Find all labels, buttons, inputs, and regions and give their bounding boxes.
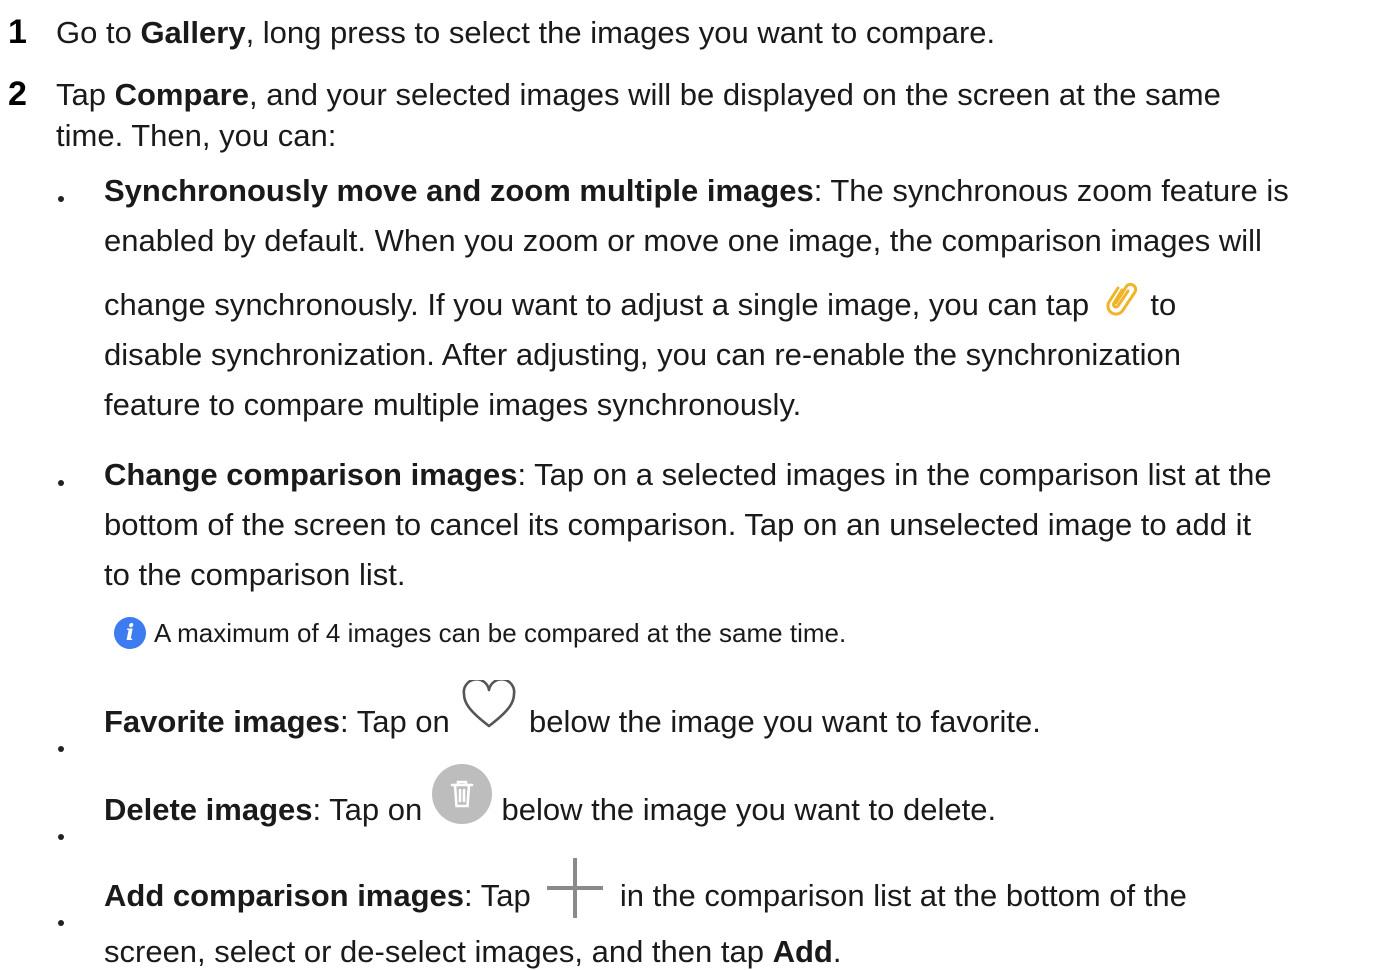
bullet-title: Change comparison images (104, 457, 518, 492)
bullet-text: Change comparison images: Tap on a selec… (104, 457, 1272, 592)
bullet-dot (58, 920, 64, 926)
bullet-title: Favorite images (104, 704, 341, 739)
note-text: A maximum of 4 images can be compared at… (154, 618, 847, 648)
bullet-text: Favorite images: Tap on below the image … (104, 677, 1378, 760)
gallery-label: Gallery (140, 15, 246, 50)
heart-icon (458, 677, 520, 732)
bullet-text: Synchronously move and zoom multiple ima… (104, 173, 1289, 422)
bullet-dot (58, 746, 64, 752)
info-icon: i (114, 617, 146, 649)
plus-icon (539, 857, 611, 918)
bullet-text: Add comparison images: Tap in the compar… (104, 857, 1378, 970)
info-note: i A maximum of 4 images can be compared … (114, 614, 846, 652)
link-icon (1098, 273, 1142, 317)
step-number: 2 (8, 75, 27, 113)
bullet-dot (58, 834, 64, 840)
bullet-title: Delete images (104, 792, 313, 827)
compare-label: Compare (114, 77, 249, 112)
step-number: 1 (8, 13, 27, 51)
trash-icon (431, 763, 493, 825)
bullet-dot (58, 480, 64, 486)
bullet-title: Add comparison images (104, 878, 465, 913)
bullet-dot (58, 196, 64, 202)
add-label: Add (772, 934, 833, 969)
bullet-title: Synchronously move and zoom multiple ima… (104, 173, 814, 208)
step-text: Tap Compare, and your selected images wi… (56, 77, 1221, 153)
step-text: Go to Gallery, long press to select the … (56, 15, 996, 50)
bullet-text: Delete images: Tap on below the image yo… (104, 763, 1378, 848)
instruction-document: 1 Go to Gallery, long press to select th… (0, 0, 1380, 970)
